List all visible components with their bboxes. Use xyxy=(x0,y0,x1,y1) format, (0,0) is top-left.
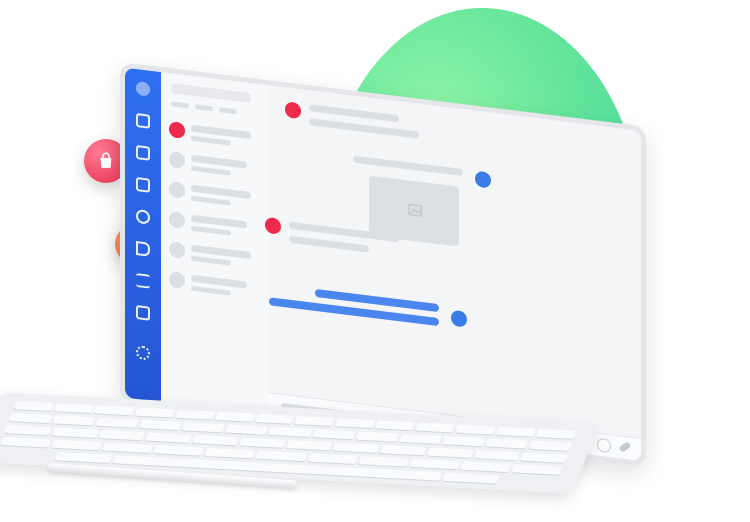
user-avatar xyxy=(475,170,491,189)
sidebar xyxy=(125,67,161,403)
checklist-icon[interactable] xyxy=(136,272,150,289)
attachment-icon[interactable] xyxy=(618,441,632,453)
contact-avatar xyxy=(169,151,185,169)
document-icon[interactable] xyxy=(136,304,150,321)
contact-avatar xyxy=(169,121,185,139)
list-item-preview xyxy=(191,255,231,266)
list-item-preview xyxy=(191,225,231,236)
emoji-icon[interactable] xyxy=(597,437,611,454)
conversation-list xyxy=(161,72,271,416)
megaphone-icon[interactable] xyxy=(136,240,150,257)
filter-tab[interactable] xyxy=(171,101,189,109)
contact-avatar xyxy=(169,211,185,229)
chat-icon[interactable] xyxy=(136,176,150,193)
contact-avatar xyxy=(169,181,185,199)
filter-tab[interactable] xyxy=(195,104,213,112)
filter-tab[interactable] xyxy=(219,107,237,115)
contact-avatar xyxy=(285,101,301,120)
message-bubble xyxy=(353,155,463,177)
list-item-preview xyxy=(191,135,231,146)
contact-avatar xyxy=(169,271,185,289)
search-input[interactable] xyxy=(171,83,251,104)
gear-icon[interactable] xyxy=(136,344,150,361)
list-item-preview xyxy=(191,285,231,296)
contacts-icon[interactable] xyxy=(136,144,150,161)
list-item-preview xyxy=(191,195,231,206)
message-bubble xyxy=(309,118,419,139)
list-item-preview xyxy=(191,165,231,176)
dashboard-icon[interactable] xyxy=(136,112,150,129)
refresh-icon[interactable] xyxy=(136,208,150,225)
user-avatar xyxy=(451,309,467,328)
contact-avatar xyxy=(169,241,185,259)
message-bubble xyxy=(289,235,369,253)
app-logo xyxy=(136,80,150,97)
